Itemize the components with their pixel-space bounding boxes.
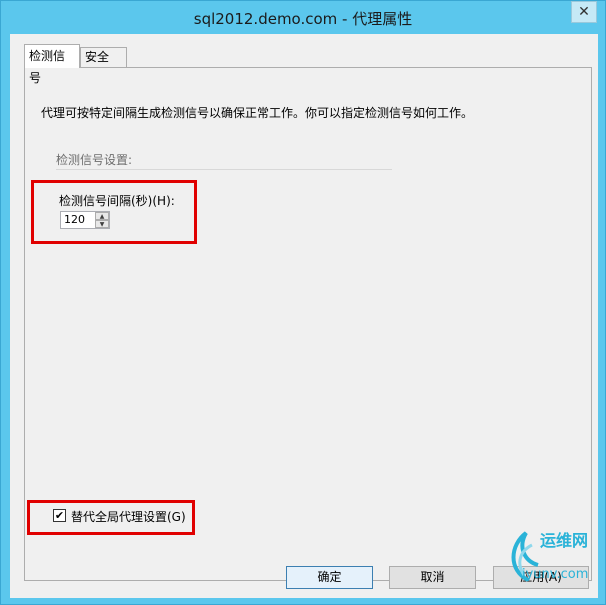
dialog-client-area: 检测信号 安全 代理可按特定间隔生成检测信号以确保正常工作。你可以指定检测信号如… [10, 34, 598, 598]
cancel-button[interactable]: 取消 [389, 566, 476, 589]
tab-security-label: 安全 [85, 50, 110, 64]
window-title: sql2012.demo.com - 代理属性 [193, 10, 413, 28]
watermark-brand: 运维网 [540, 531, 589, 550]
override-highlight-box [27, 500, 195, 535]
tab-heartbeat[interactable]: 检测信号 [24, 44, 80, 85]
section-heading: 检测信号设置: [56, 153, 133, 167]
watermark-site: iyunv.com [522, 567, 589, 582]
watermark-logo: 运维网 iyunv.com [498, 515, 598, 595]
section-divider [56, 169, 392, 170]
close-icon: ✕ [578, 4, 590, 20]
interval-highlight-box [31, 180, 197, 244]
ok-button[interactable]: 确定 [286, 566, 373, 589]
heartbeat-tab-panel: 代理可按特定间隔生成检测信号以确保正常工作。你可以指定检测信号如何工作。 检测信… [24, 67, 592, 581]
panel-description: 代理可按特定间隔生成检测信号以确保正常工作。你可以指定检测信号如何工作。 [41, 106, 474, 120]
title-bar[interactable]: sql2012.demo.com - 代理属性 ✕ [1, 1, 605, 34]
tab-security[interactable]: 安全 [80, 47, 127, 67]
properties-window: sql2012.demo.com - 代理属性 ✕ 检测信号 安全 代理可按特定… [0, 0, 606, 605]
close-button[interactable]: ✕ [571, 1, 597, 23]
